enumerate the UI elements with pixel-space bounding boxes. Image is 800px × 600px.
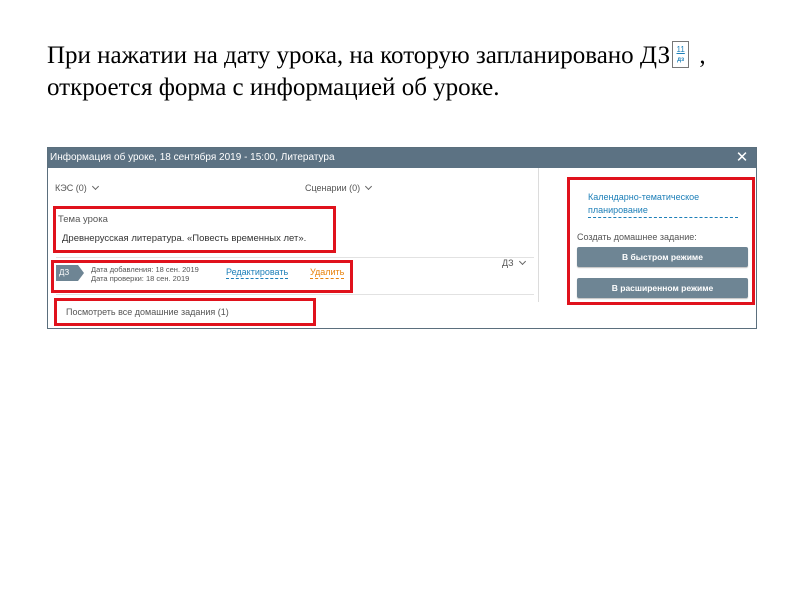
kes-dropdown-label: КЭС (0) (55, 183, 87, 193)
chevron-down-icon (518, 257, 526, 266)
homework-dropdown[interactable]: ДЗ (502, 257, 526, 269)
right-panel-divider (538, 168, 539, 302)
homework-dropdown-label: ДЗ (502, 258, 514, 268)
caption-line2: откроется форма с информацией об уроке. (47, 74, 500, 101)
caption-line1: При нажатии на дату урока, на которую за… (47, 42, 671, 69)
divider (56, 257, 534, 258)
homework-highlight-frame (51, 260, 353, 293)
dialog-titlebar: Информация об уроке, 18 сентября 2019 - … (48, 148, 756, 168)
all-homework-highlight-frame (54, 298, 316, 326)
instruction-caption: При нажатии на дату урока, на которую за… (47, 40, 767, 104)
lesson-info-dialog: Информация об уроке, 18 сентября 2019 - … (47, 147, 757, 329)
scenarios-dropdown-label: Сценарии (0) (305, 183, 361, 193)
theme-highlight-frame (53, 206, 336, 253)
dialog-title: Информация об уроке, 18 сентября 2019 - … (50, 152, 335, 163)
divider (56, 294, 534, 295)
kes-dropdown[interactable]: КЭС (0) (55, 182, 99, 194)
badge-number: 11 (676, 45, 685, 54)
badge-hw-label: дз (677, 57, 685, 63)
chevron-down-icon (365, 182, 373, 191)
calendar-date-badge-icon: 11 дз (672, 41, 690, 68)
close-icon[interactable]: ✕ (734, 149, 750, 167)
caption-line1-suffix: , (693, 42, 706, 69)
right-panel-highlight-frame (567, 177, 755, 305)
scenarios-dropdown[interactable]: Сценарии (0) (305, 182, 373, 194)
chevron-down-icon (91, 182, 99, 191)
